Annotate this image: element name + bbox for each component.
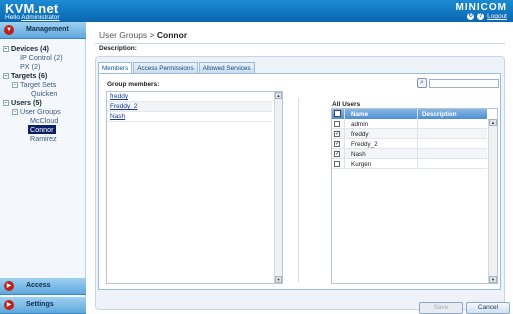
breadcrumb-root[interactable]: User Groups xyxy=(99,30,147,40)
select-all-checkbox[interactable] xyxy=(334,110,341,117)
breadcrumb-current: Connor xyxy=(156,30,188,40)
user-name: admin xyxy=(351,120,369,128)
column-divider xyxy=(298,98,299,282)
tree-item-targets[interactable]: − Targets (6) xyxy=(3,71,47,80)
breadcrumb: User Groups > Connor xyxy=(99,30,187,40)
list-item[interactable]: freddy xyxy=(107,92,272,102)
column-separator xyxy=(344,109,345,119)
save-button[interactable]: Save xyxy=(419,302,463,314)
top-icons: ↻ ? Logout xyxy=(467,13,507,20)
user-link[interactable]: Administrator xyxy=(21,14,59,21)
scroll-up-icon[interactable]: ▲ xyxy=(275,92,282,99)
user-name: Freddy_2 xyxy=(351,140,378,148)
brand-logo: MINICOM xyxy=(455,2,507,13)
description-label: Description: xyxy=(99,45,137,52)
minus-icon[interactable]: − xyxy=(3,46,9,53)
tab-access-permissions[interactable]: Access Permissions xyxy=(133,62,198,73)
minus-icon[interactable]: − xyxy=(3,73,9,80)
list-item[interactable]: Nash xyxy=(107,112,272,122)
search-icon[interactable]: ⌕ xyxy=(417,78,427,88)
tree-item-px[interactable]: PX (2) xyxy=(20,62,40,71)
tree-item-quicken[interactable]: Quicken xyxy=(31,89,57,98)
breadcrumb-separator: > xyxy=(149,30,155,40)
cancel-button[interactable]: Cancel xyxy=(466,302,510,314)
tree-item-users[interactable]: − Users (5) xyxy=(3,98,42,107)
access-section[interactable]: ▶ Access xyxy=(0,278,86,295)
management-label: Management xyxy=(26,26,69,33)
scroll-down-icon[interactable]: ▼ xyxy=(489,276,497,283)
settings-section[interactable]: ▶ Settings xyxy=(0,297,86,314)
table-row[interactable]: admin xyxy=(332,119,487,129)
group-members-label: Group members: xyxy=(107,81,160,88)
row-checkbox[interactable]: ✓ xyxy=(334,130,340,137)
tab-bar: Members Access Permissions Allowed Servi… xyxy=(98,62,255,73)
logout-link[interactable]: Logout xyxy=(487,13,507,20)
scrollbar[interactable]: ▲ ▼ xyxy=(488,119,497,283)
greeting: Hello Administrator xyxy=(5,14,60,21)
search-input[interactable] xyxy=(429,79,499,88)
members-content: Group members: freddy Freddy_2 Nash ▲ ▼ … xyxy=(98,73,501,290)
tree-item-mccloud[interactable]: McCloud xyxy=(30,116,58,125)
tree-item-ramirez[interactable]: Ramirez xyxy=(30,134,57,143)
members-panel: Members Access Permissions Allowed Servi… xyxy=(95,56,510,314)
row-checkbox[interactable] xyxy=(334,160,340,167)
minus-icon[interactable]: − xyxy=(3,100,9,107)
sidebar: ▼ Management − Devices (4) IP Control (2)… xyxy=(0,22,86,314)
management-section[interactable]: ▼ Management xyxy=(0,22,86,39)
table-row[interactable]: ✓ freddy xyxy=(332,129,487,139)
tab-allowed-services[interactable]: Allowed Services xyxy=(198,62,255,73)
column-description[interactable]: Description xyxy=(422,111,457,118)
tree-item-user-groups[interactable]: − User Groups xyxy=(12,107,61,116)
tab-members[interactable]: Members xyxy=(98,62,133,73)
minus-icon[interactable]: − xyxy=(12,82,18,89)
chevron-right-icon: ▶ xyxy=(4,281,14,291)
tree-item-ip-control[interactable]: IP Control (2) xyxy=(20,53,63,62)
table-row[interactable]: ✓ Nash xyxy=(332,149,487,159)
table-header: Name Description xyxy=(332,109,487,119)
row-checkbox[interactable]: ✓ xyxy=(334,140,340,147)
user-name: Kurgen xyxy=(351,160,372,168)
table-row[interactable]: ✓ Freddy_2 xyxy=(332,139,487,149)
scrollbar[interactable]: ▲ ▼ xyxy=(274,92,282,283)
all-users-table: Name Description admin ✓ freddy ✓ Freddy… xyxy=(331,108,498,284)
refresh-icon[interactable]: ↻ xyxy=(467,13,475,20)
column-separator xyxy=(417,109,418,119)
group-members-list[interactable]: freddy Freddy_2 Nash ▲ ▼ xyxy=(106,91,283,284)
settings-label: Settings xyxy=(26,301,54,308)
scroll-down-icon[interactable]: ▼ xyxy=(275,276,282,283)
chevron-right-icon: ▶ xyxy=(4,300,14,310)
table-row[interactable]: Kurgen xyxy=(332,159,487,169)
user-name: freddy xyxy=(351,130,369,138)
column-name[interactable]: Name xyxy=(351,111,368,118)
help-icon[interactable]: ? xyxy=(477,13,485,20)
tree-item-target-sets[interactable]: − Target Sets xyxy=(12,80,56,89)
row-checkbox[interactable]: ✓ xyxy=(334,150,340,157)
chevron-down-icon: ▼ xyxy=(4,25,14,35)
row-checkbox[interactable] xyxy=(334,120,340,127)
all-users-label: All Users xyxy=(332,101,361,108)
minus-icon[interactable]: − xyxy=(12,109,18,116)
greeting-text: Hello xyxy=(5,14,20,21)
user-name: Nash xyxy=(351,150,366,158)
list-item[interactable]: Freddy_2 xyxy=(107,102,272,112)
main-content: User Groups > Connor Description: Member… xyxy=(87,22,513,314)
divider xyxy=(95,43,505,44)
tree-item-connor[interactable]: Connor xyxy=(28,125,56,134)
tree-item-devices[interactable]: − Devices (4) xyxy=(3,44,49,53)
scroll-up-icon[interactable]: ▲ xyxy=(489,119,497,126)
access-label: Access xyxy=(26,282,51,289)
top-bar: KVM.net Hello Administrator MINICOM ↻ ? … xyxy=(0,0,513,22)
